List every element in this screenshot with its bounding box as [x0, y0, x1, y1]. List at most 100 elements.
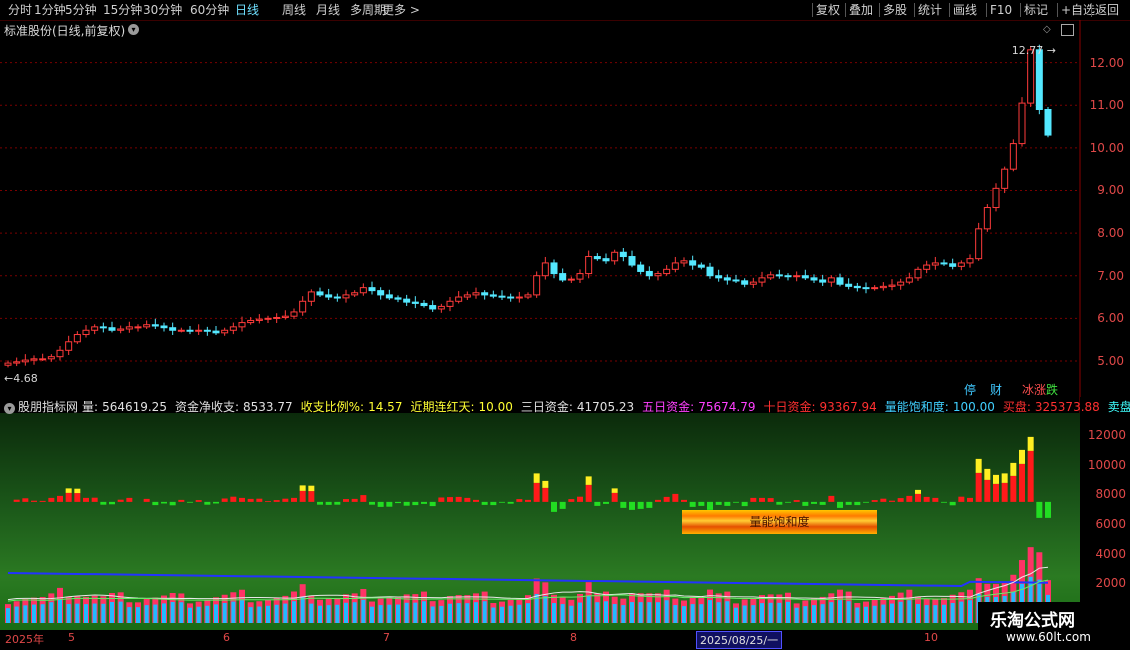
toolbar-right-button-8[interactable]: 返回: [1095, 2, 1119, 18]
flow-bar: [351, 498, 358, 502]
flow-bar-cap: [915, 489, 921, 494]
volume-bar-inner: [474, 602, 478, 623]
candle: [73, 331, 81, 344]
volume-bar-inner: [361, 599, 366, 623]
candle: [619, 248, 627, 262]
indicator-field-value: 93367.94: [819, 400, 877, 414]
volume-bar-inner: [682, 606, 686, 623]
toolbar-separator: [986, 3, 987, 17]
period-tab-0[interactable]: 分时: [8, 2, 32, 18]
toolbar-right-button-3[interactable]: 统计: [918, 2, 942, 18]
volume-bar-inner: [838, 600, 842, 623]
flow-bar: [672, 493, 679, 502]
flow-bar: [837, 501, 843, 508]
volume-bar-inner: [656, 602, 660, 623]
indicator-field-value: 75674.79: [698, 400, 756, 414]
candle: [576, 269, 584, 283]
candle: [411, 296, 419, 309]
period-tab-2[interactable]: 5分钟: [65, 2, 97, 18]
toolbar-right-button-7[interactable]: +自选: [1061, 2, 1095, 18]
saturation-box: 量能饱和度: [682, 510, 877, 534]
flow-bar: [542, 487, 549, 502]
flow-bar: [880, 498, 887, 502]
candle: [663, 265, 671, 276]
flow-bar: [91, 497, 98, 502]
period-tab-10[interactable]: 更多 >: [382, 2, 420, 18]
toolbar-right-button-4[interactable]: 画线: [953, 2, 977, 18]
toolbar-right-button-1[interactable]: 叠加: [849, 2, 873, 18]
indicator-field-3: 近期连红天: 10.00: [410, 400, 516, 414]
price-tick-label: 6.00: [1097, 311, 1124, 326]
period-tab-4[interactable]: 30分钟: [143, 2, 182, 18]
indicator-tick-label: 10000: [1087, 457, 1126, 472]
flow-bar-cap: [65, 488, 72, 493]
candle: [368, 281, 376, 295]
volume-bar-inner: [32, 604, 36, 623]
candle: [290, 308, 298, 320]
period-tab-7[interactable]: 周线: [282, 2, 306, 18]
flow-bar: [759, 497, 765, 502]
volume-bar-inner: [777, 602, 782, 623]
badge-finance[interactable]: 财: [990, 381, 1002, 398]
volume-bar-inner: [673, 605, 678, 623]
flow-bar: [707, 501, 713, 510]
indicator-field-value: 14.57: [368, 400, 403, 414]
flow-bar: [1019, 463, 1025, 502]
volume-bar-inner: [612, 604, 617, 623]
period-tab-1[interactable]: 1分钟: [34, 2, 66, 18]
candle: [255, 314, 263, 324]
period-tab-9[interactable]: 多周期: [350, 2, 386, 18]
volume-bar-inner: [136, 607, 140, 623]
badge-limit-up[interactable]: 冰涨: [1022, 381, 1046, 398]
price-tick-label: 5.00: [1097, 353, 1124, 368]
badge-halt[interactable]: 停: [964, 381, 976, 398]
candle: [472, 287, 480, 299]
flow-bar: [204, 501, 211, 505]
volume-bar-inner: [101, 603, 106, 623]
price-chart[interactable]: [0, 20, 1130, 418]
volume-bar-inner: [118, 601, 123, 623]
flow-bar: [490, 501, 497, 506]
price-tick-label: 9.00: [1097, 183, 1124, 198]
flow-bar: [299, 490, 306, 502]
flow-bar: [369, 501, 375, 505]
candle: [1044, 106, 1052, 138]
flow-bar: [854, 501, 861, 506]
volume-bar-inner: [266, 605, 270, 623]
flow-bar: [785, 501, 791, 503]
candle: [559, 268, 567, 283]
period-tab-6[interactable]: 日线: [235, 2, 259, 18]
flow-bar: [750, 497, 757, 502]
period-tab-3[interactable]: 15分钟: [103, 2, 142, 18]
flow-bar: [507, 501, 514, 504]
volume-bar-inner: [352, 602, 357, 623]
flow-bar: [447, 497, 453, 502]
toolbar-right-button-2[interactable]: 多股: [883, 2, 907, 18]
period-tab-5[interactable]: 60分钟: [190, 2, 229, 18]
volume-bar-inner: [968, 600, 972, 623]
toolbar-right-button-6[interactable]: 标记: [1024, 2, 1048, 18]
indicator-tick-label: 6000: [1095, 517, 1126, 532]
flow-bar: [265, 501, 271, 502]
flow-bar: [993, 483, 999, 502]
flow-bar: [897, 498, 904, 502]
volume-bar-inner: [448, 603, 452, 623]
indicator-chart[interactable]: [0, 413, 1080, 633]
toolbar-right-button-0[interactable]: 复权: [816, 2, 840, 18]
flow-bar: [152, 501, 159, 506]
period-tab-8[interactable]: 月线: [316, 2, 340, 18]
flow-bar: [360, 495, 367, 502]
volume-bar-inner: [716, 602, 721, 623]
indicator-field-value: 10.00: [478, 400, 513, 414]
flow-bar-cap: [1001, 473, 1008, 483]
candle: [195, 324, 203, 335]
candle: [801, 269, 809, 280]
toolbar-right-button-5[interactable]: F10: [990, 2, 1012, 18]
flow-bar: [845, 501, 852, 505]
flow-bar: [646, 501, 653, 508]
indicator-field-value: 564619.25: [102, 400, 167, 414]
flow-bar: [169, 501, 176, 506]
flow-bar: [637, 501, 644, 509]
badge-limit-down[interactable]: 跌: [1046, 381, 1058, 398]
flow-bar: [975, 472, 982, 502]
